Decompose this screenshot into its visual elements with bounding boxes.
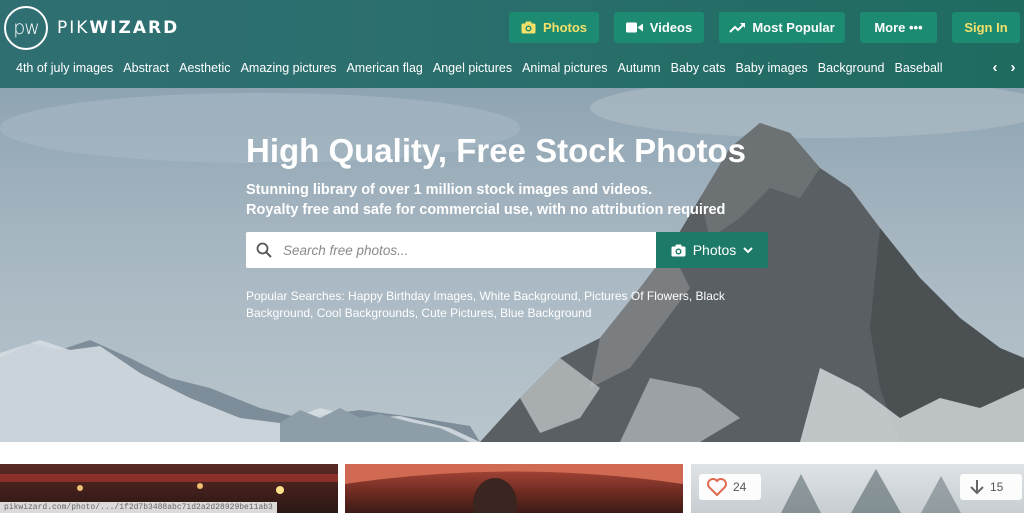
hero-banner: High Quality, Free Stock Photos Stunning…	[0, 88, 1024, 442]
download-button[interactable]: 15	[960, 474, 1022, 500]
popular-searches-line[interactable]: Popular Searches: Happy Birthday Images,…	[246, 288, 766, 305]
sign-in-label: Sign In	[964, 20, 1008, 35]
heart-icon	[707, 478, 727, 496]
download-count: 15	[990, 480, 1004, 494]
category-link[interactable]: Autumn	[618, 58, 661, 78]
logo-name-bold: WIZARD	[89, 18, 180, 38]
category-link[interactable]: Baseball	[895, 58, 943, 78]
category-strip: 4th of july images Abstract Aesthetic Am…	[16, 58, 942, 78]
category-link[interactable]: Background	[818, 58, 885, 78]
category-link[interactable]: Abstract	[123, 58, 169, 78]
like-count: 24	[733, 480, 747, 494]
search-bar	[246, 232, 656, 268]
trending-up-icon	[729, 23, 746, 33]
nav-videos-button[interactable]: Videos	[614, 12, 704, 43]
category-link[interactable]: Baby images	[736, 58, 808, 78]
search-icon	[256, 242, 272, 258]
category-link[interactable]: Baby cats	[671, 58, 726, 78]
image-card[interactable]	[345, 464, 683, 513]
nav-videos-label: Videos	[649, 20, 693, 35]
category-link[interactable]: Amazing pictures	[241, 58, 337, 78]
category-link[interactable]: Aesthetic	[179, 58, 230, 78]
nav-photos-label: Photos	[542, 20, 588, 35]
hero-subtitle-line: Stunning library of over 1 million stock…	[246, 182, 653, 198]
category-link[interactable]: Angel pictures	[433, 58, 512, 78]
top-navigation-bar: pw PIKWIZARD Photos Videos Most Popular …	[0, 0, 1024, 88]
nav-more-button[interactable]: More •••	[860, 12, 937, 43]
category-link[interactable]: 4th of july images	[16, 58, 113, 78]
nav-most-popular-button[interactable]: Most Popular	[719, 12, 845, 43]
popular-searches: Popular Searches: Happy Birthday Images,…	[246, 288, 766, 322]
like-button[interactable]: 24	[699, 474, 761, 500]
nav-most-popular-label: Most Popular	[752, 20, 835, 35]
nav-more-label: More •••	[874, 20, 923, 35]
photo-thumbnail	[345, 464, 683, 513]
search-type-dropdown[interactable]: Photos	[656, 232, 768, 268]
category-link[interactable]: Animal pictures	[522, 58, 607, 78]
logo-wordmark: PIKWIZARD	[57, 18, 179, 38]
chevron-right-icon[interactable]: ›	[1006, 58, 1020, 78]
image-card[interactable]: 24 15	[691, 464, 1024, 513]
status-bar-url: pikwizard.com/photo/.../1f2d7b3488abc71d…	[0, 502, 277, 513]
category-link[interactable]: American flag	[346, 58, 422, 78]
camera-icon	[521, 21, 536, 34]
logo-mark: pw	[4, 6, 48, 50]
hero-subtitle: Stunning library of over 1 million stock…	[246, 180, 725, 220]
logo[interactable]: pw PIKWIZARD	[4, 6, 179, 50]
search-input[interactable]	[283, 242, 643, 258]
search-type-label: Photos	[692, 242, 737, 258]
nav-photos-button[interactable]: Photos	[509, 12, 599, 43]
download-arrow-icon	[970, 480, 984, 495]
sign-in-button[interactable]: Sign In	[952, 12, 1020, 43]
popular-searches-line[interactable]: Background, Cool Backgrounds, Cute Pictu…	[246, 305, 766, 322]
chevron-left-icon[interactable]: ‹	[988, 58, 1002, 78]
chevron-down-icon	[743, 246, 754, 253]
video-camera-icon	[625, 22, 643, 33]
hero-title: High Quality, Free Stock Photos	[246, 132, 746, 169]
logo-name-light: PIK	[57, 18, 90, 38]
hero-subtitle-line: Royalty free and safe for commercial use…	[246, 202, 726, 218]
camera-icon	[671, 244, 686, 256]
